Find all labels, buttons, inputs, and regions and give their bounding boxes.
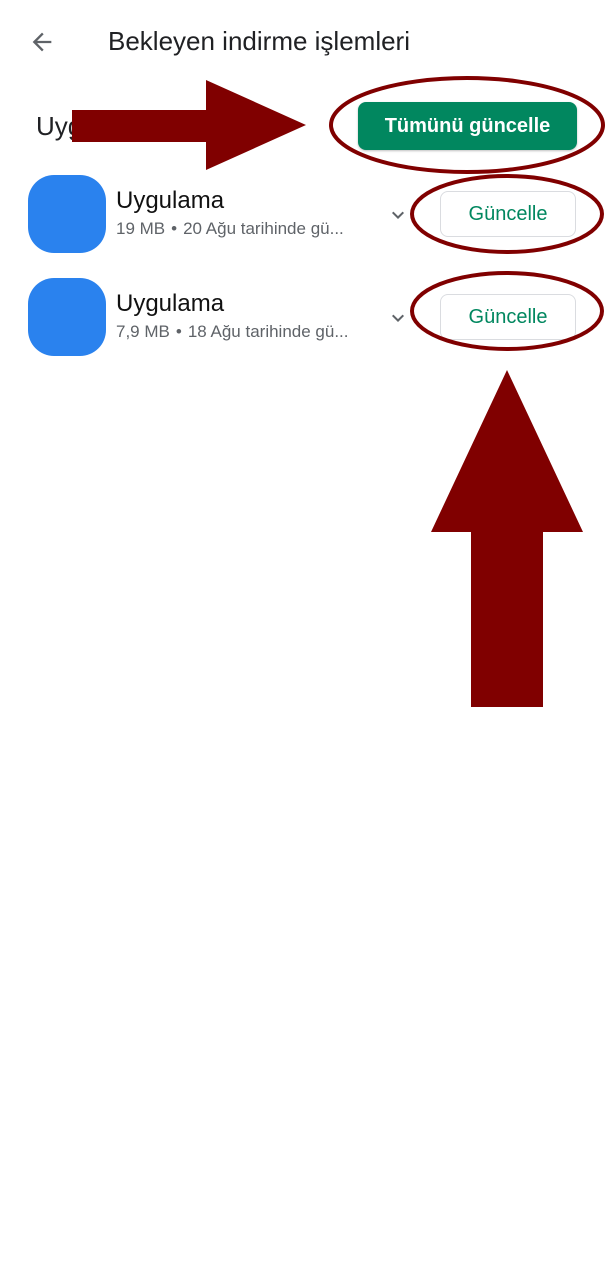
section-label: Uyg (36, 111, 83, 141)
update-all-button[interactable]: Tümünü güncelle (358, 102, 577, 150)
app-list-item[interactable]: Uygulama 7,9 MB • 18 Ağu tarihinde gü... G… (0, 278, 612, 368)
up-arrow-annotation (431, 370, 583, 707)
expand-details-button[interactable] (384, 201, 412, 229)
app-icon (28, 278, 106, 356)
top-app-bar: Bekleyen indirme işlemleri (0, 0, 612, 84)
meta-separator: • (175, 322, 182, 341)
chevron-down-icon (392, 211, 404, 219)
app-size: 7,9 MB (116, 322, 170, 341)
update-button[interactable]: Güncelle (440, 191, 576, 237)
chevron-down-icon (392, 314, 404, 322)
expand-details-button[interactable] (384, 304, 412, 332)
back-button[interactable] (22, 24, 62, 60)
meta-separator: • (171, 219, 178, 238)
app-meta: 7,9 MB • 18 Ağu tarihinde gü... (116, 322, 378, 342)
right-arrow-annotation (72, 80, 306, 170)
app-meta: 19 MB • 20 Ağu tarihinde gü... (116, 219, 378, 239)
app-name: Uygulama (116, 290, 225, 317)
arrow-left-icon (32, 32, 52, 52)
update-button[interactable]: Güncelle (440, 294, 576, 340)
app-size: 19 MB (116, 219, 166, 238)
app-update-date: 20 Ağu tarihinde gü... (183, 219, 344, 238)
app-name: Uygulama (116, 187, 225, 214)
app-update-date: 18 Ağu tarihinde gü... (187, 322, 349, 341)
app-icon (28, 175, 106, 253)
app-list-item[interactable]: Uygulama 19 MB • 20 Ağu tarihinde gü... Gü… (0, 175, 612, 265)
page-title: Bekleyen indirme işlemleri (108, 26, 410, 56)
